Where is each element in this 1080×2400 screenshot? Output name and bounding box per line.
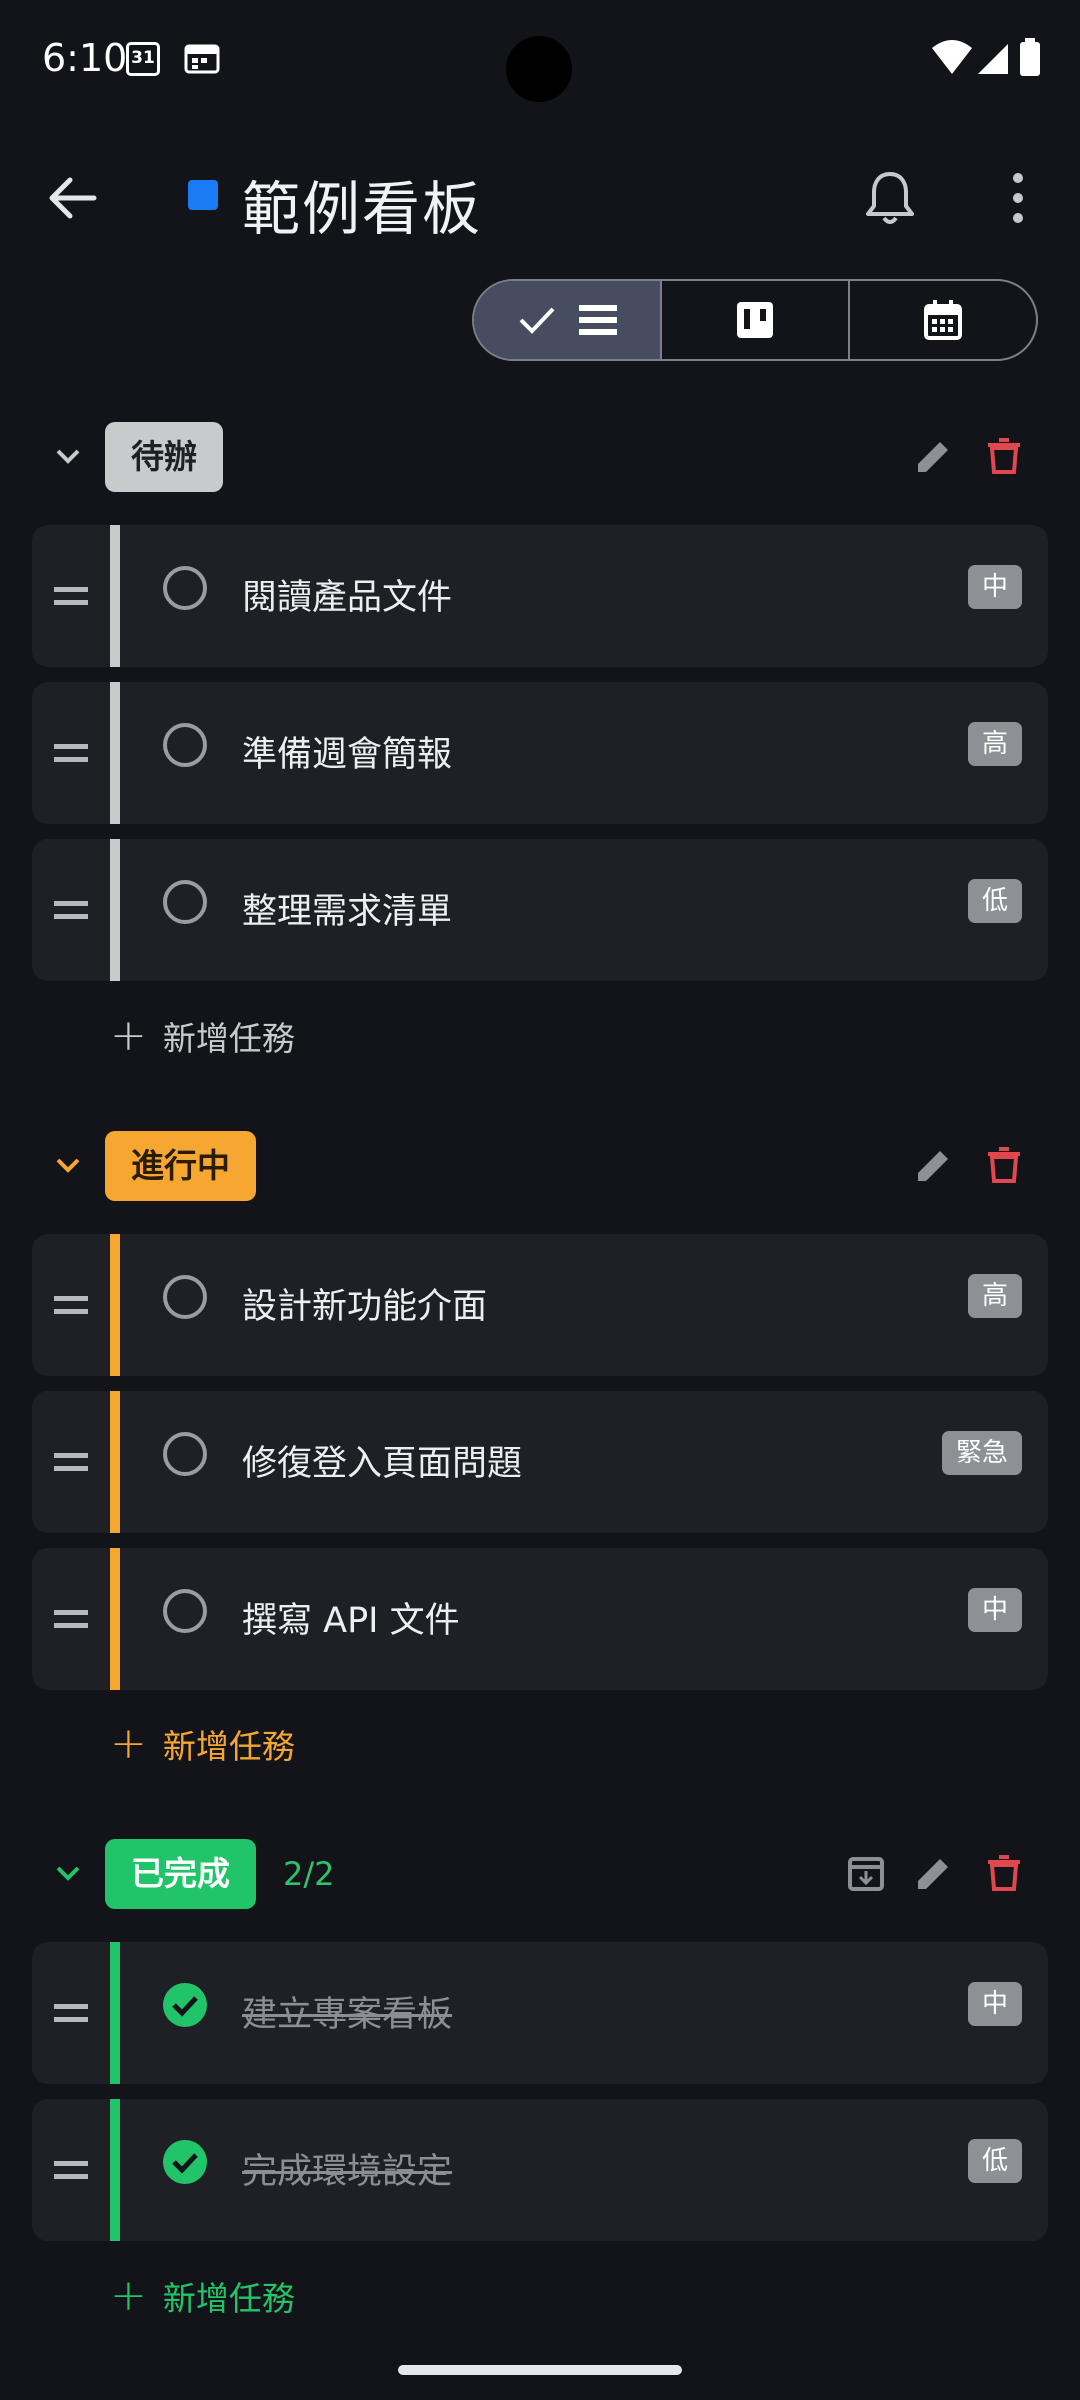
delete-icon[interactable] [984,1145,1024,1185]
add-task-button[interactable]: + 新增任務 [110,1714,295,1774]
drag-handle-icon[interactable] [54,1449,88,1475]
status-icons [932,38,1040,76]
status-time: 6:10 [42,36,128,80]
more-vert-icon[interactable] [1000,168,1036,228]
top-app-bar: 範例看板 [0,150,1080,243]
wifi-icon [932,40,972,74]
check-circle-icon[interactable] [162,2139,208,2185]
priority-badge: 低 [967,879,1022,923]
delete-icon[interactable] [984,436,1024,476]
edit-icon[interactable] [914,1145,954,1185]
priority-badge: 緊急 [941,1431,1022,1475]
priority-badge: 中 [967,1982,1022,2026]
kanban-board-icon [737,302,773,338]
status-color-bar [110,1234,120,1376]
signal-icon [978,44,1008,74]
circle-checkbox-icon[interactable] [162,1431,208,1477]
camera-cutout [506,36,572,102]
status-color-bar [110,682,120,824]
edit-icon[interactable] [914,1853,954,1893]
task-title: 修復登入頁面問題 [242,1444,523,1484]
calendar-view-button[interactable] [850,281,1036,359]
task-title: 準備週會簡報 [242,735,453,775]
check-circle-icon[interactable] [162,1982,208,2028]
back-arrow-icon[interactable] [44,170,100,226]
section-header-todo: 待辦 [0,416,1080,496]
plus-icon: + [110,1010,147,1061]
status-color-bar [110,1942,120,2084]
section-label[interactable]: 待辦 [105,422,223,492]
chevron-down-icon[interactable] [50,1855,86,1891]
board-view-button[interactable] [662,281,850,359]
priority-badge: 低 [967,2139,1022,2183]
add-task-label: 新增任務 [162,1727,295,1766]
drag-handle-icon[interactable] [54,897,88,923]
archive-icon[interactable] [846,1853,886,1893]
status-color-bar [110,2099,120,2241]
bell-icon[interactable] [862,168,918,228]
delete-icon[interactable] [984,1853,1024,1893]
page-title: 範例看板 [242,175,483,243]
completion-count: 2/2 [283,1855,335,1893]
priority-badge: 高 [967,722,1022,766]
list-view-button[interactable] [474,281,662,359]
task-title: 建立專案看板 [242,1995,453,2035]
task-card[interactable]: 撰寫 API 文件 中 [32,1548,1048,1690]
add-task-button[interactable]: + 新增任務 [110,2266,295,2326]
status-color-bar [110,839,120,981]
status-color-bar [110,525,120,667]
section-label[interactable]: 已完成 [105,1839,256,1909]
battery-icon [1020,42,1040,76]
section-header-in-progress: 進行中 [0,1125,1080,1205]
circle-checkbox-icon[interactable] [162,1588,208,1634]
priority-badge: 中 [967,565,1022,609]
edit-icon[interactable] [914,436,954,476]
plus-icon: + [110,1718,147,1769]
task-title: 閱讀產品文件 [242,578,453,618]
calendar-icon [184,44,220,74]
status-color-bar [110,1548,120,1690]
add-task-button[interactable]: + 新增任務 [110,1006,295,1066]
add-task-label: 新增任務 [162,2279,295,2318]
task-title: 設計新功能介面 [242,1287,488,1327]
circle-checkbox-icon[interactable] [162,565,208,611]
drag-handle-icon[interactable] [54,583,88,609]
list-icon [579,305,617,335]
view-toggle [472,279,1038,361]
task-title: 撰寫 API 文件 [242,1601,460,1641]
drag-handle-icon[interactable] [54,740,88,766]
status-bar: 6:10 31 [0,0,1080,120]
drag-handle-icon[interactable] [54,2000,88,2026]
priority-badge: 高 [967,1274,1022,1318]
task-card[interactable]: 完成環境設定 低 [32,2099,1048,2241]
screen: 6:10 31 範例看板 待辦 閱讀產品文件 中 準備週會簡報 高 整理需求清單… [0,0,1080,2400]
section-header-done: 已完成 2/2 [0,1833,1080,1913]
calendar-31-icon: 31 [126,42,160,76]
task-card[interactable]: 閱讀產品文件 中 [32,525,1048,667]
check-icon [519,307,555,334]
drag-handle-icon[interactable] [54,2157,88,2183]
plus-icon: + [110,2270,147,2321]
task-card[interactable]: 準備週會簡報 高 [32,682,1048,824]
circle-checkbox-icon[interactable] [162,722,208,768]
task-card[interactable]: 設計新功能介面 高 [32,1234,1048,1376]
gesture-nav-bar[interactable] [398,2365,682,2375]
chevron-down-icon[interactable] [50,1147,86,1183]
status-color-bar [110,1391,120,1533]
drag-handle-icon[interactable] [54,1606,88,1632]
add-task-label: 新增任務 [162,1019,295,1058]
board-color-indicator [188,180,218,210]
circle-checkbox-icon[interactable] [162,1274,208,1320]
task-title: 整理需求清單 [242,892,453,932]
calendar-icon [924,300,962,340]
drag-handle-icon[interactable] [54,1292,88,1318]
task-title: 完成環境設定 [242,2152,453,2192]
priority-badge: 中 [967,1588,1022,1632]
section-label[interactable]: 進行中 [105,1131,256,1201]
task-card[interactable]: 建立專案看板 中 [32,1942,1048,2084]
circle-checkbox-icon[interactable] [162,879,208,925]
task-card[interactable]: 修復登入頁面問題 緊急 [32,1391,1048,1533]
chevron-down-icon[interactable] [50,438,86,474]
task-card[interactable]: 整理需求清單 低 [32,839,1048,981]
